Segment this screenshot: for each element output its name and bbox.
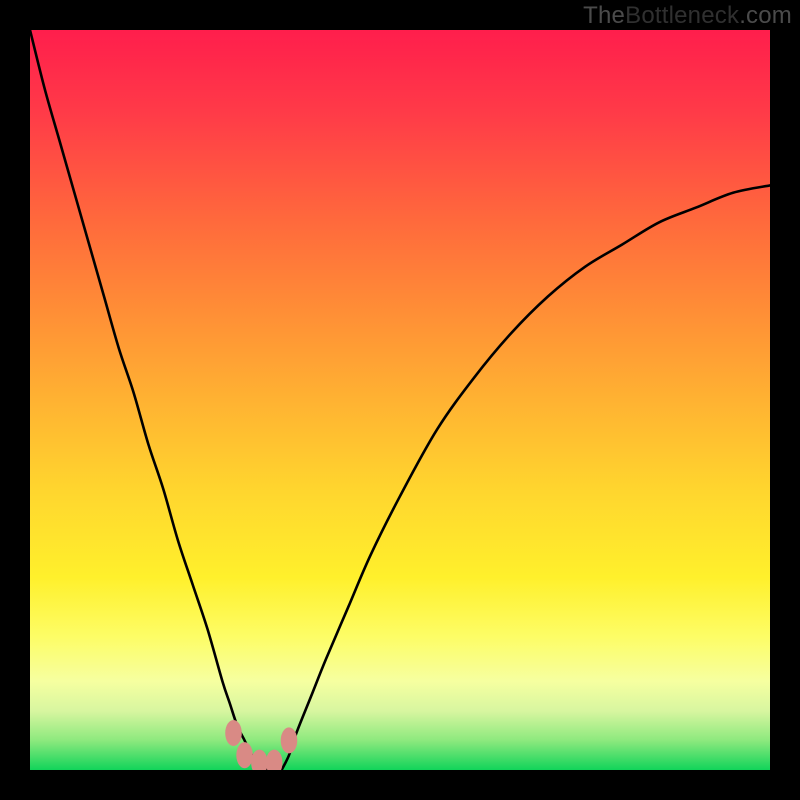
chart-svg <box>30 30 770 770</box>
watermark-prefix: The <box>583 2 625 29</box>
left-curve <box>30 30 267 770</box>
marker-dot <box>236 742 253 768</box>
marker-dot <box>251 750 268 770</box>
watermark: TheBottleneck.com <box>583 2 792 30</box>
watermark-suffix: .com <box>739 2 792 29</box>
chart-frame: TheBottleneck.com <box>0 0 800 800</box>
marker-dot <box>225 720 242 746</box>
marker-dot <box>266 750 283 770</box>
marker-dot <box>281 727 298 753</box>
right-curve <box>282 185 770 770</box>
watermark-accent: Bottleneck <box>625 2 739 29</box>
